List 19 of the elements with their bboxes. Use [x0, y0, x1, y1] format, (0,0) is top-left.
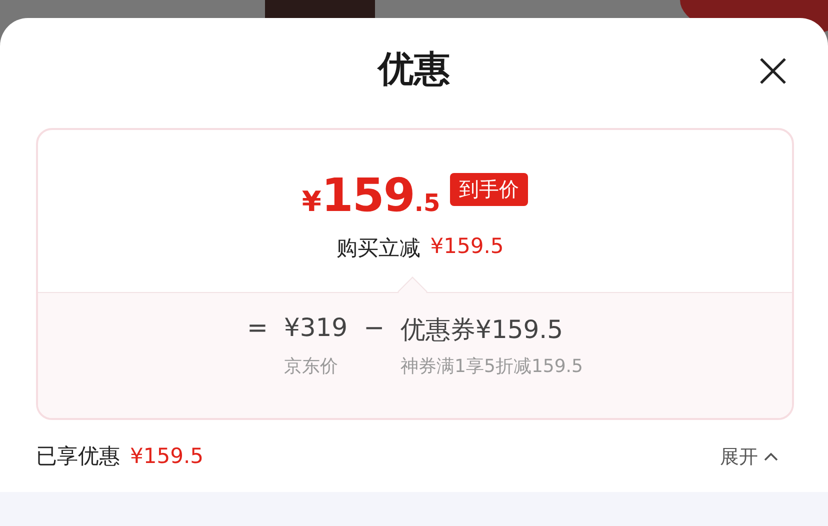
total-discount-label: 已享优惠: [36, 443, 120, 470]
discount-amount: ¥159.5: [430, 234, 504, 260]
base-price: ¥319: [284, 313, 348, 344]
close-icon: [758, 56, 788, 86]
equals-sign: =: [247, 313, 268, 344]
close-button[interactable]: [758, 56, 788, 86]
minus-sign: −: [364, 313, 385, 344]
sheet-title: 优惠: [378, 48, 450, 92]
coupon-amount: 优惠券¥159.5: [400, 314, 564, 346]
currency-symbol: ¥: [302, 185, 322, 218]
final-price: 159: [321, 168, 414, 222]
expand-button[interactable]: 展开: [720, 444, 778, 470]
base-price-label: 京东价: [284, 355, 339, 378]
discount-label: 购买立减: [336, 235, 420, 262]
coupon-label: 神券满1享5折减159.5: [400, 355, 583, 378]
final-price-badge: 到手价: [450, 172, 528, 206]
caret-icon: [764, 452, 778, 462]
total-discount-amount: ¥159.5: [130, 444, 204, 468]
price-decimal: .5: [414, 189, 440, 217]
